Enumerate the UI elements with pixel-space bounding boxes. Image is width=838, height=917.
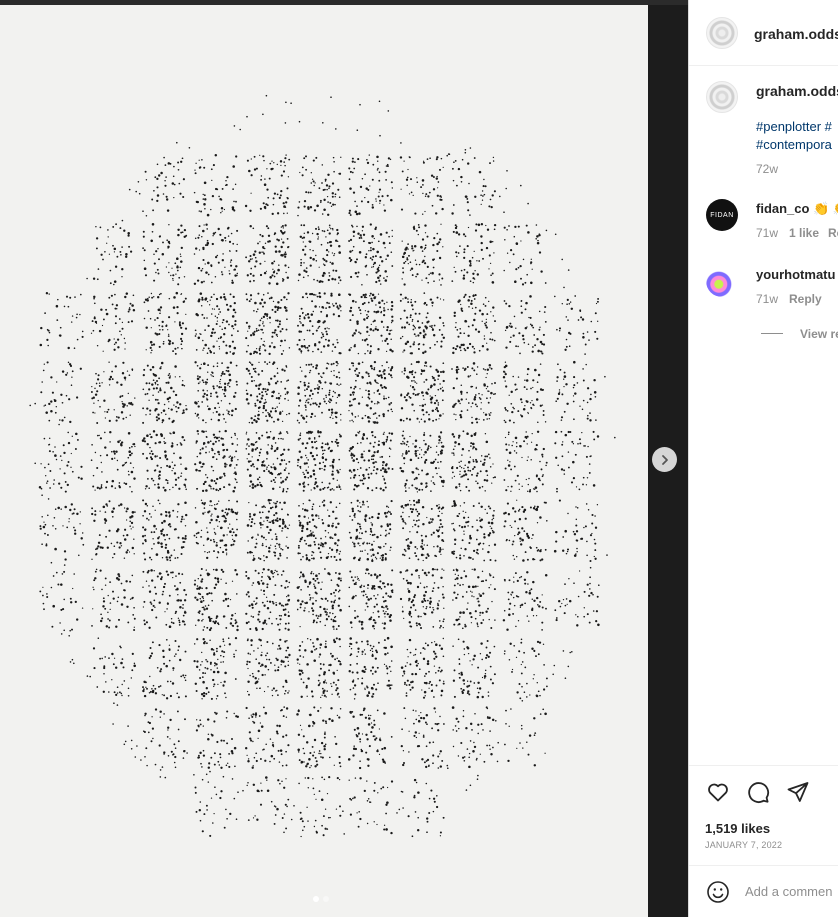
instagram-post-view: graham.odds graham.odds #penplotter # #c… (0, 0, 838, 917)
comment-icon[interactable] (746, 780, 770, 804)
likes-count[interactable]: 1,519 likes (705, 821, 770, 836)
caption-username[interactable]: graham.odds (756, 83, 838, 99)
caption-avatar[interactable] (706, 81, 738, 113)
slide-indicator (313, 896, 329, 902)
avatar-wordmark: FIDAN (710, 211, 734, 219)
post-header: graham.odds (689, 0, 838, 66)
post-media[interactable] (0, 0, 688, 917)
commenter-avatar[interactable]: FIDAN (706, 199, 738, 231)
action-bar (689, 765, 838, 865)
heart-icon[interactable] (706, 780, 730, 804)
stippled-grid-artwork (29, 94, 616, 838)
chevron-right-icon (661, 454, 668, 465)
comment-username[interactable]: fidan_co 👏 👏 (756, 201, 838, 217)
comment-age[interactable]: 71w (756, 292, 778, 306)
view-replies-button[interactable]: View re (800, 327, 838, 341)
slide-dot (323, 896, 329, 902)
comment-username-text: fidan_co (756, 201, 810, 216)
comment-likes[interactable]: 1 like (789, 226, 819, 240)
comment-text: 👏 👏 (813, 201, 838, 216)
comment-username[interactable]: yourhotmatu (756, 267, 835, 282)
author-username[interactable]: graham.odds (754, 26, 838, 42)
next-slide-button[interactable] (652, 447, 677, 472)
comment-reply-button[interactable]: Re (828, 226, 838, 240)
artwork-photo (0, 5, 648, 917)
view-replies-line (761, 333, 783, 334)
caption-hashtags-line-2[interactable]: #contempora (756, 137, 832, 152)
post-sidebar: graham.odds graham.odds #penplotter # #c… (688, 0, 838, 917)
smiley-icon[interactable] (706, 880, 730, 904)
comment-reply-button[interactable]: Reply (789, 292, 822, 306)
slide-dot-active (313, 896, 319, 902)
author-avatar[interactable] (706, 17, 738, 49)
commenter-avatar[interactable] (706, 265, 738, 297)
comment-composer: Add a commen (689, 865, 838, 917)
comment-input[interactable]: Add a commen (745, 884, 832, 899)
post-date[interactable]: JANUARY 7, 2022 (705, 840, 782, 850)
comment-age[interactable]: 71w (756, 226, 778, 240)
caption-hashtags-line-1[interactable]: #penplotter # (756, 119, 832, 134)
send-icon[interactable] (786, 780, 810, 804)
caption-age[interactable]: 72w (756, 162, 778, 176)
